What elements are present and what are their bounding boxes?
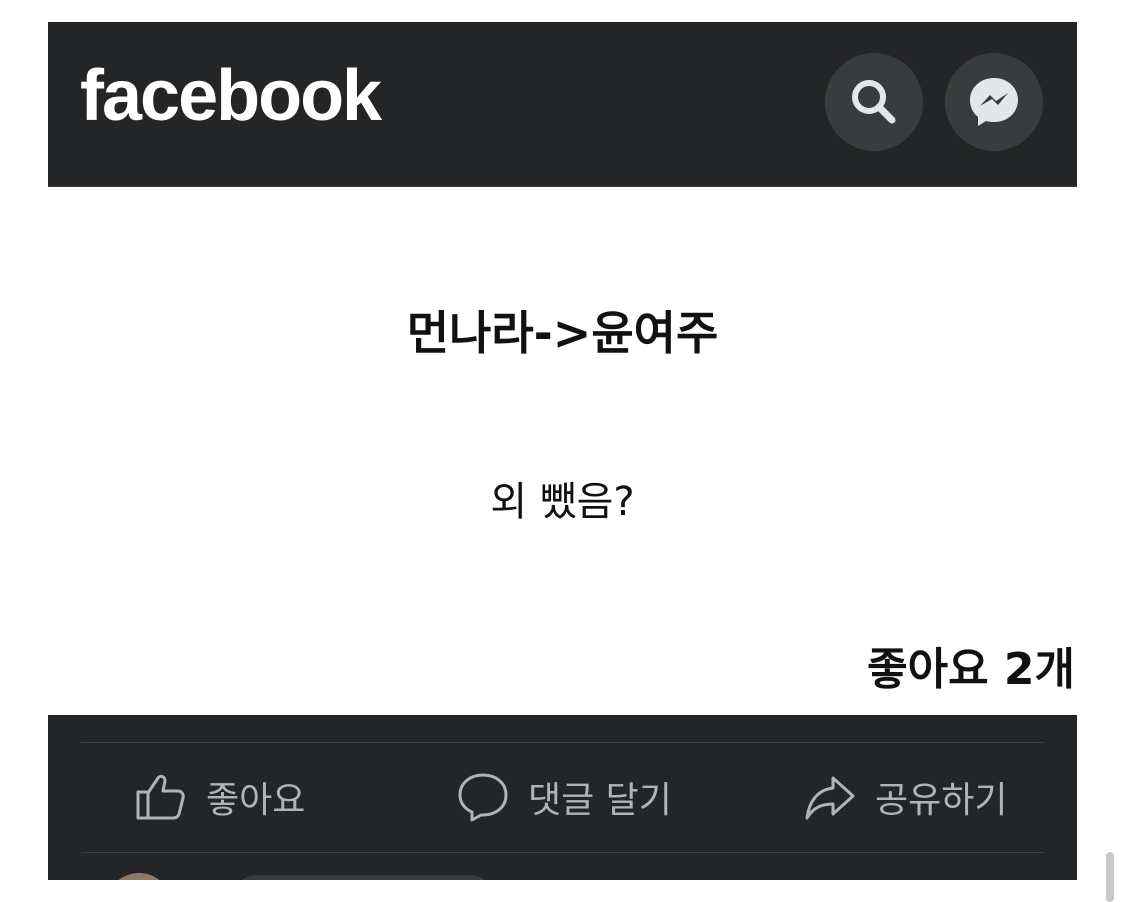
thumbs-up-icon [136, 774, 185, 820]
like-button[interactable]: 좋아요 [134, 770, 305, 824]
top-app-bar: facebook [48, 22, 1077, 187]
search-button[interactable] [825, 53, 923, 151]
divider [81, 852, 1044, 853]
comment-label: 댓글 달기 [528, 780, 672, 821]
like-label: 좋아요 [206, 780, 306, 821]
comment-icon [458, 773, 508, 822]
share-button[interactable]: 공유하기 [803, 770, 1007, 824]
comment-button[interactable]: 댓글 달기 [456, 770, 672, 824]
messenger-icon [970, 78, 1018, 126]
post-body: 외 뺐음? [490, 479, 635, 525]
messenger-button[interactable] [945, 53, 1043, 151]
search-icon [852, 80, 896, 124]
share-label: 공유하기 [875, 780, 1008, 821]
post-title: 먼나라->윤여주 [406, 306, 719, 360]
comment-input[interactable] [228, 875, 498, 880]
divider [81, 742, 1044, 743]
post-action-bar: 좋아요 댓글 달기 공유하기 [48, 715, 1077, 880]
likes-count[interactable]: 좋아요 2개 [867, 644, 1075, 697]
share-icon [805, 776, 855, 820]
avatar[interactable] [106, 873, 172, 880]
facebook-logo[interactable]: facebook [80, 60, 382, 132]
scrollbar[interactable] [1106, 852, 1114, 902]
